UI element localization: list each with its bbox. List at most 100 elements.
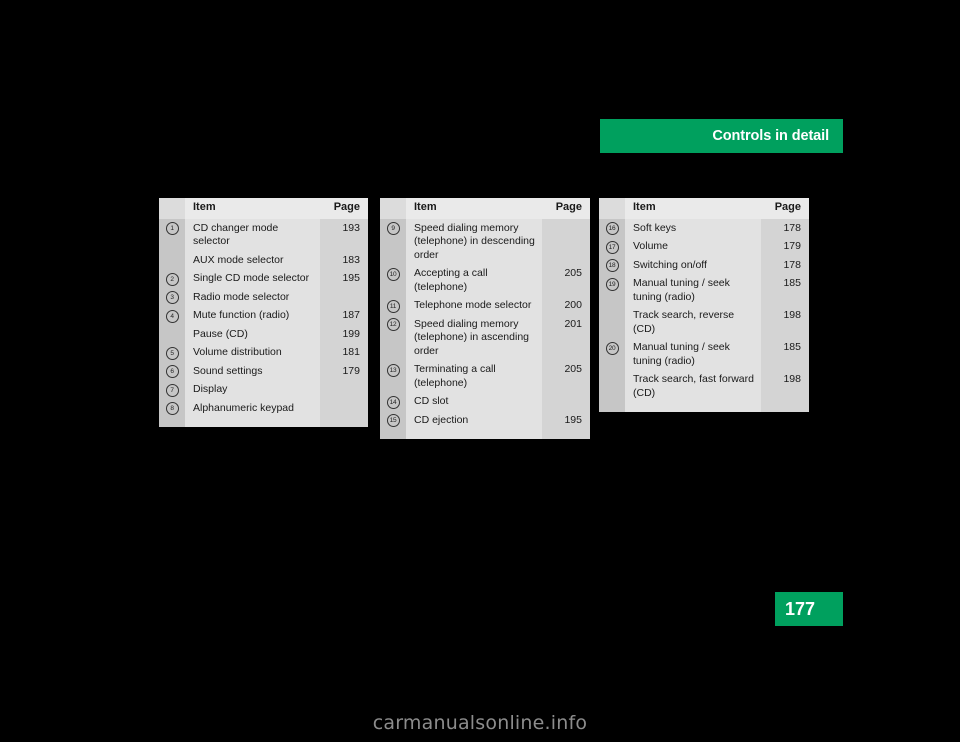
item-description: Sound settings [185, 362, 320, 381]
item-number-cell: 12 [380, 315, 406, 361]
table-row: 15 CD ejection 195 [380, 411, 590, 430]
item-number-cell: 10 [380, 264, 406, 297]
filler-page [320, 417, 368, 427]
filler-page [542, 429, 590, 439]
table-header-row: Item Page [380, 198, 590, 219]
table-bottom-filler [380, 429, 590, 439]
item-page-reference: 198 [761, 306, 809, 339]
item-page-reference: 193 [320, 219, 368, 251]
item-number-cell: 5 [159, 343, 185, 362]
item-number-cell: 15 [380, 411, 406, 430]
table-row: 1 CD changer mode selector 193 [159, 219, 368, 251]
item-number-cell [159, 325, 185, 344]
filler-page [761, 402, 809, 412]
table-row: 4 Mute function (radio) 187 [159, 306, 368, 325]
item-description: Soft keys [625, 219, 761, 238]
reference-table-2: Item Page 9 Speed dialing memory (telephone… [380, 198, 590, 439]
table-header-row: Item Page [159, 198, 368, 219]
table-bottom-filler [599, 402, 809, 412]
table-row: 13 Terminating a call (telephone) 205 [380, 360, 590, 393]
item-description: AUX mode selector [185, 251, 320, 270]
table-header-page: Page [761, 198, 809, 219]
item-description: Accepting a call (telephone) [406, 264, 542, 297]
reference-table-3: Item Page 16 Soft keys 178 17 Volume 179 18 Switc… [599, 198, 809, 412]
circled-number-icon: 15 [386, 414, 400, 427]
item-number-cell: 9 [380, 219, 406, 265]
item-number-cell: 16 [599, 219, 625, 238]
filler-item [406, 429, 542, 439]
circled-number-icon: 8 [165, 402, 179, 415]
item-description: CD slot [406, 392, 542, 411]
circled-number-icon: 17 [605, 240, 619, 254]
table-row: Track search, reverse (CD) 198 [599, 306, 809, 339]
item-page-reference: 185 [761, 274, 809, 307]
item-number-cell [599, 306, 625, 339]
table-row: 16 Soft keys 178 [599, 219, 809, 238]
circled-number-icon: 1 [165, 222, 179, 235]
item-description: Track search, fast forward (CD) [625, 370, 761, 403]
item-description: Telephone mode selector [406, 296, 542, 315]
item-number-cell: 1 [159, 219, 185, 251]
item-description: Speed dialing memory (telephone) in desc… [406, 219, 542, 265]
item-number-cell: 6 [159, 362, 185, 381]
item-description: CD ejection [406, 411, 542, 430]
circled-number-icon: 19 [605, 277, 619, 291]
item-number-cell: 17 [599, 237, 625, 256]
page-number-tab: 177 [775, 592, 843, 626]
item-number-cell [159, 251, 185, 270]
table-row: AUX mode selector 183 [159, 251, 368, 270]
item-page-reference: 205 [542, 264, 590, 297]
item-page-reference: 178 [761, 256, 809, 275]
item-description: Pause (CD) [185, 325, 320, 344]
item-number-cell: 20 [599, 338, 625, 371]
filler-item [185, 417, 320, 427]
item-description: Alphanumeric keypad [185, 399, 320, 418]
section-banner: Controls in detail [600, 119, 843, 153]
item-description: Single CD mode selector [185, 269, 320, 288]
table-header-page: Page [320, 198, 368, 219]
table-row: Track search, fast forward (CD) 198 [599, 370, 809, 403]
item-description: Volume [625, 237, 761, 256]
item-page-reference [320, 288, 368, 307]
table-row: 8 Alphanumeric keypad [159, 399, 368, 418]
table-header-num-cell [380, 198, 406, 219]
circled-number-icon: 14 [386, 395, 400, 409]
item-number-cell: 4 [159, 306, 185, 325]
item-page-reference: 195 [542, 411, 590, 430]
item-number-cell: 2 [159, 269, 185, 288]
table-row: 7 Display [159, 380, 368, 399]
item-number-cell: 7 [159, 380, 185, 399]
item-number-cell: 11 [380, 296, 406, 315]
table-row: 14 CD slot [380, 392, 590, 411]
item-page-reference [320, 380, 368, 399]
table-header-row: Item Page [599, 198, 809, 219]
circled-number-icon: 3 [165, 291, 179, 304]
table-row: 20 Manual tuning / seek tuning (radio) 185 [599, 338, 809, 371]
item-description: Speed dialing memory (telephone) in asce… [406, 315, 542, 361]
item-description: Volume distribution [185, 343, 320, 362]
item-description: Terminating a call (telephone) [406, 360, 542, 393]
section-banner-title: Controls in detail [712, 128, 829, 144]
table-bottom-filler [159, 417, 368, 427]
reference-table-1: Item Page 1 CD changer mode selector 193 AUX … [159, 198, 368, 427]
item-page-reference [320, 399, 368, 418]
item-number-cell: 19 [599, 274, 625, 307]
item-number-cell: 8 [159, 399, 185, 418]
circled-number-icon: 4 [165, 309, 179, 323]
filler-num [159, 417, 185, 427]
circled-number-icon: 12 [386, 318, 400, 331]
item-page-reference: 183 [320, 251, 368, 270]
table-row: Pause (CD) 199 [159, 325, 368, 344]
table-row: 5 Volume distribution 181 [159, 343, 368, 362]
item-page-reference: 200 [542, 296, 590, 315]
item-number-cell [599, 370, 625, 403]
table-header-num-cell [159, 198, 185, 219]
table-header-item: Item [406, 198, 542, 219]
circled-number-icon: 7 [165, 383, 179, 397]
table-row: 12 Speed dialing memory (telephone) in as… [380, 315, 590, 361]
item-page-reference: 205 [542, 360, 590, 393]
table-row: 19 Manual tuning / seek tuning (radio) 185 [599, 274, 809, 307]
table-row: 6 Sound settings 179 [159, 362, 368, 381]
table-row: 10 Accepting a call (telephone) 205 [380, 264, 590, 297]
circled-number-icon: 16 [605, 222, 619, 235]
